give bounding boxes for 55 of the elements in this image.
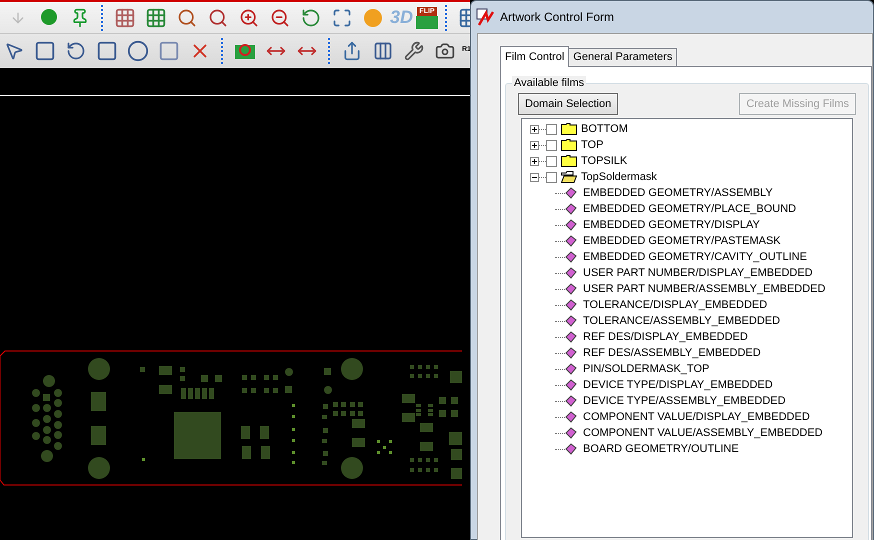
- window-title: Artwork Control Form: [500, 9, 614, 26]
- layer-icon: [565, 443, 577, 455]
- layer-name[interactable]: EMBEDDED GEOMETRY/PLACE_BOUND: [583, 200, 796, 218]
- film-name[interactable]: BOTTOM: [581, 120, 628, 138]
- layer-icon: [565, 187, 577, 199]
- layer-name[interactable]: DEVICE TYPE/DISPLAY_EMBEDDED: [583, 376, 773, 394]
- film-name[interactable]: TOP: [581, 136, 604, 154]
- checkbox[interactable]: [546, 156, 557, 166]
- layer-name[interactable]: EMBEDDED GEOMETRY/ASSEMBLY: [583, 184, 773, 202]
- layer-icon: [565, 347, 577, 359]
- tab[interactable]: General Parameters: [569, 48, 678, 66]
- layer-icon: [565, 379, 577, 391]
- film-name[interactable]: TOPSILK: [581, 152, 628, 170]
- layer-icon: [565, 203, 577, 215]
- folder-icon: [561, 123, 577, 135]
- layer-name[interactable]: USER PART NUMBER/ASSEMBLY_EMBEDDED: [583, 280, 826, 298]
- expand-toggle[interactable]: [530, 156, 539, 166]
- layer-name[interactable]: TOLERANCE/ASSEMBLY_EMBEDDED: [583, 312, 780, 330]
- layer-icon: [565, 411, 577, 423]
- layer-icon: [565, 363, 577, 375]
- layer-icon: [565, 315, 577, 327]
- tab[interactable]: Film Control: [500, 46, 570, 67]
- layer-name[interactable]: EMBEDDED GEOMETRY/PASTEMASK: [583, 232, 781, 250]
- layer-icon: [565, 235, 577, 247]
- film-name[interactable]: TopSoldermask: [581, 168, 657, 186]
- layer-icon: [565, 251, 577, 263]
- folder-icon: [561, 139, 577, 151]
- layer-name[interactable]: EMBEDDED GEOMETRY/CAVITY_OUTLINE: [583, 248, 807, 266]
- folder-icon: [561, 155, 577, 167]
- layer-name[interactable]: COMPONENT VALUE/ASSEMBLY_EMBEDDED: [583, 424, 823, 442]
- layer-name[interactable]: DEVICE TYPE/ASSEMBLY_EMBEDDED: [583, 392, 786, 410]
- layer-name[interactable]: EMBEDDED GEOMETRY/DISPLAY: [583, 216, 760, 234]
- layer-name[interactable]: USER PART NUMBER/DISPLAY_EMBEDDED: [583, 264, 813, 282]
- checkbox[interactable]: [546, 124, 557, 134]
- open-folder-icon: [561, 171, 577, 183]
- checkbox[interactable]: [546, 172, 557, 182]
- layer-name[interactable]: PIN/SOLDERMASK_TOP: [583, 360, 710, 378]
- artwork-icon: [476, 8, 494, 26]
- layer-icon: [565, 395, 577, 407]
- layer-icon: [565, 283, 577, 295]
- layer-icon: [565, 427, 577, 439]
- layer-icon: [565, 331, 577, 343]
- expand-toggle[interactable]: [530, 140, 539, 150]
- layer-name[interactable]: COMPONENT VALUE/DISPLAY_EMBEDDED: [583, 408, 810, 426]
- layer-name[interactable]: REF DES/DISPLAY_EMBEDDED: [583, 328, 748, 346]
- layer-icon: [565, 299, 577, 311]
- expand-toggle[interactable]: [530, 172, 539, 182]
- expand-toggle[interactable]: [530, 124, 539, 134]
- domain-selection-button[interactable]: Domain Selection: [518, 93, 618, 115]
- layer-name[interactable]: TOLERANCE/DISPLAY_EMBEDDED: [583, 296, 768, 314]
- checkbox[interactable]: [546, 140, 557, 150]
- layer-name[interactable]: BOARD GEOMETRY/OUTLINE: [583, 440, 739, 458]
- layer-icon: [565, 267, 577, 279]
- layer-name[interactable]: REF DES/ASSEMBLY_EMBEDDED: [583, 344, 761, 362]
- layer-icon: [565, 219, 577, 231]
